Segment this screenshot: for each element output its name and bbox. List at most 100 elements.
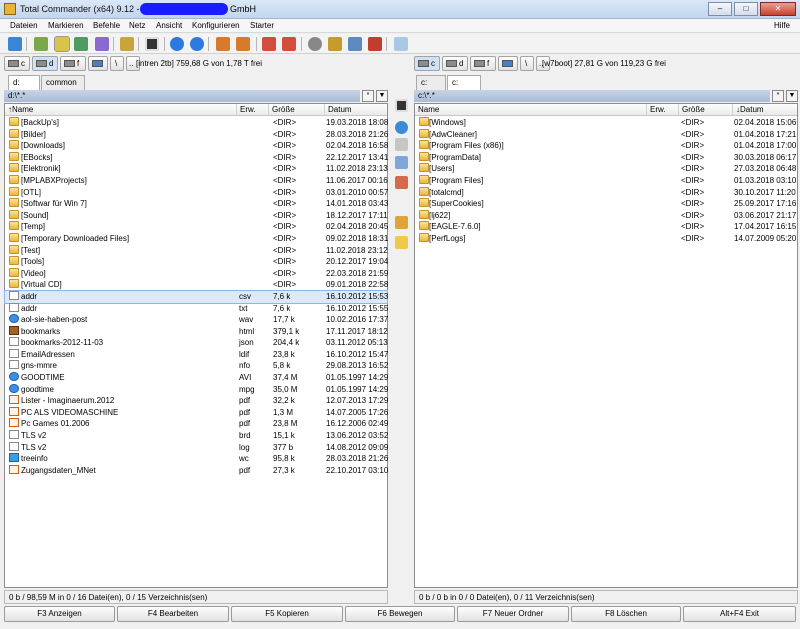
thumbnail-view-icon[interactable] [74,37,88,51]
brief-view-icon[interactable] [34,37,48,51]
right-drive-f-button[interactable]: f [470,56,496,71]
full-view-icon[interactable] [54,36,70,52]
right-network-button[interactable] [498,56,518,71]
left-file-row[interactable]: [Elektronik] <DIR> 11.02.2018 23:13 [5,163,388,175]
left-file-row[interactable]: TLS v2 log 377 b 14.08.2012 09:09 [5,441,388,454]
sync-dirs-icon[interactable] [348,37,362,51]
right-col-name[interactable]: Name [415,104,647,116]
left-file-row[interactable]: TLS v2 brd 15,1 k 13.06.2012 03:52 [5,430,388,442]
vbar-split-icon[interactable] [395,176,408,189]
close-button[interactable]: ✕ [760,2,796,16]
left-file-row[interactable]: EmailAdressen ldif 23,8 k 16.10.2012 15:47 [5,348,388,361]
left-network-button[interactable] [88,56,108,71]
left-tab-d[interactable]: d: [8,75,40,90]
left-file-row[interactable]: aol-sie-haben-post wav 17,7 k 10.02.2016 17… [5,314,388,326]
maximize-button[interactable]: □ [734,2,758,16]
f5-copy-button[interactable]: F5 Kopieren [231,606,343,622]
right-col-ext[interactable]: Erw. [647,104,679,116]
vbar-search-icon[interactable] [395,121,408,134]
tree-view-icon[interactable] [95,37,109,51]
left-col-size[interactable]: Größe [269,104,325,116]
notepad-icon[interactable] [394,37,408,51]
left-file-row[interactable]: [MPLABXProjects] <DIR> 11.06.2017 00:16 [5,174,388,187]
menu-dateien[interactable]: Dateien [10,21,38,30]
right-tab-c-2[interactable]: c: [447,75,481,90]
left-file-row[interactable]: GOODTIME AVI 37,4 M 01.05.1997 14:29 [5,372,388,384]
right-root-button[interactable]: \ [520,56,534,71]
vbar-edit-icon[interactable] [395,138,408,151]
left-file-row[interactable]: [Downloads] <DIR> 02.04.2018 16:58 [5,140,388,152]
right-file-row[interactable]: [AdwCleaner] <DIR> 01.04.2018 17:21 [415,128,797,141]
right-col-date[interactable]: ↓Datum [733,104,799,116]
left-file-row[interactable]: bookmarks html 379,1 k 17.11.2017 18:12 [5,325,388,338]
invert-selection-icon[interactable] [120,37,134,51]
left-col-date[interactable]: Datum [325,104,389,116]
f6-move-button[interactable]: F6 Bewegen [345,606,455,622]
left-file-row[interactable]: [Sound] <DIR> 18.12.2017 17:11 [5,209,388,222]
left-file-row[interactable]: [Temporary Downloaded Files] <DIR> 09.02.2… [5,232,388,245]
right-file-row[interactable]: [ProgramData] <DIR> 30.03.2018 06:17 [415,151,797,164]
right-col-size[interactable]: Größe [679,104,733,116]
left-file-panel[interactable]: ↑Name Erw. Größe Datum [BackUp's] <DIR> 19… [4,103,388,588]
right-file-row[interactable]: [Program Files (x86)] <DIR> 01.04.2018 17:… [415,140,797,152]
left-history-button[interactable]: * [362,90,374,102]
left-col-name[interactable]: ↑Name [5,104,237,116]
exit-button[interactable]: Alt+F4 Exit [683,606,796,622]
right-file-row[interactable]: [totalcmd] <DIR> 30.10.2017 11:20 [415,186,797,199]
menu-ansicht[interactable]: Ansicht [156,21,182,30]
quick-view-icon[interactable] [145,37,159,51]
left-file-row[interactable]: [Bilder] <DIR> 28.03.2018 21:26 [5,128,388,141]
search-icon[interactable] [308,37,322,51]
left-path-bar[interactable]: d:\*.* [4,90,360,102]
right-tab-c-1[interactable]: c: [416,75,446,90]
right-path-bar[interactable]: c:\*.* [414,90,770,102]
right-file-row[interactable]: [Windows] <DIR> 02.04.2018 15:06 [415,117,797,129]
vbar-compare-icon[interactable] [395,156,408,169]
right-file-row[interactable]: [lj622] <DIR> 03.06.2017 21:17 [415,209,797,222]
menu-markieren[interactable]: Markieren [48,21,84,30]
vbar-pack-icon[interactable] [395,216,408,229]
right-drive-d-button[interactable]: d [442,56,468,71]
left-file-row[interactable]: [Temp] <DIR> 02.04.2018 20:45 [5,221,388,233]
left-file-row[interactable]: addr txt 7,6 k 16.10.2012 15:55 [5,302,388,315]
left-file-row[interactable]: [Test] <DIR> 11.02.2018 23:12 [5,244,388,257]
left-file-row[interactable]: addr csv 7,6 k 16.10.2012 15:53 [4,289,388,304]
left-file-row[interactable]: Pc Games 01.2006 pdf 23,8 M 16.12.2006 02:4… [5,418,388,430]
left-drive-d-button[interactable]: d [32,56,58,71]
left-file-row[interactable]: treeinfo wc 95,8 k 28.03.2018 21:26 [5,453,388,465]
left-file-row[interactable]: [Virtual CD] <DIR> 09.01.2018 22:58 [5,279,388,291]
right-file-panel[interactable]: Name Erw. Größe ↓Datum [Windows] <DIR> 02.… [414,103,798,588]
menu-starter[interactable]: Starter [250,21,274,30]
right-file-row[interactable]: [EAGLE-7.6.0] <DIR> 17.04.2017 16:15 [415,221,797,233]
left-file-row[interactable]: [BackUp's] <DIR> 19.03.2018 18:08 [5,117,388,129]
right-file-row[interactable]: [SuperCookies] <DIR> 25.09.2017 17:16 [415,198,797,210]
left-file-row[interactable]: [Video] <DIR> 22.03.2018 21:59 [5,267,388,280]
right-file-row[interactable]: [Users] <DIR> 27.03.2018 06:48 [415,163,797,175]
left-drive-c-button[interactable]: c [4,56,30,71]
back-icon[interactable] [170,37,184,51]
refresh-icon[interactable] [8,37,22,51]
url-connect-icon[interactable] [282,37,296,51]
left-root-button[interactable]: \ [110,56,124,71]
menu-hilfe[interactable]: Hilfe [774,21,790,30]
copy-names-icon[interactable] [368,37,382,51]
left-file-row[interactable]: bookmarks-2012-11-03 json 204,4 k 03.11.201… [5,337,388,349]
left-drive-f-button[interactable]: f [60,56,86,71]
menu-befehle[interactable]: Befehle [93,21,120,30]
f7-newfolder-button[interactable]: F7 Neuer Ordner [457,606,569,622]
unpack-icon[interactable] [236,37,250,51]
left-file-row[interactable]: [EBocks] <DIR> 22.12.2017 13:41 [5,151,388,164]
left-file-row[interactable]: gns-mmre nfo 5,8 k 29.08.2013 16:52 [5,360,388,372]
left-file-row[interactable]: PC ALS VIDEOMASCHINE pdf 1,3 M 14.07.2005 1… [5,406,388,419]
left-tab-common[interactable]: common [41,75,85,90]
left-file-row[interactable]: goodtime mpg 35,0 M 01.05.1997 14:29 [5,383,388,396]
left-file-row[interactable]: Zugangsdaten_MNet pdf 27,3 k 22.10.2017 03:… [5,464,388,477]
multi-rename-icon[interactable] [328,37,342,51]
left-file-row[interactable]: Lister - Imaginaerum.2012 pdf 32,2 k 12.07.… [5,395,388,407]
pack-icon[interactable] [216,37,230,51]
vbar-newfolder-icon[interactable] [395,236,408,249]
menu-konfigurieren[interactable]: Konfigurieren [192,21,240,30]
left-file-row[interactable]: [Tools] <DIR> 20.12.2017 19:04 [5,256,388,268]
right-drive-c-button[interactable]: c [414,56,440,71]
menu-netz[interactable]: Netz [129,21,145,30]
